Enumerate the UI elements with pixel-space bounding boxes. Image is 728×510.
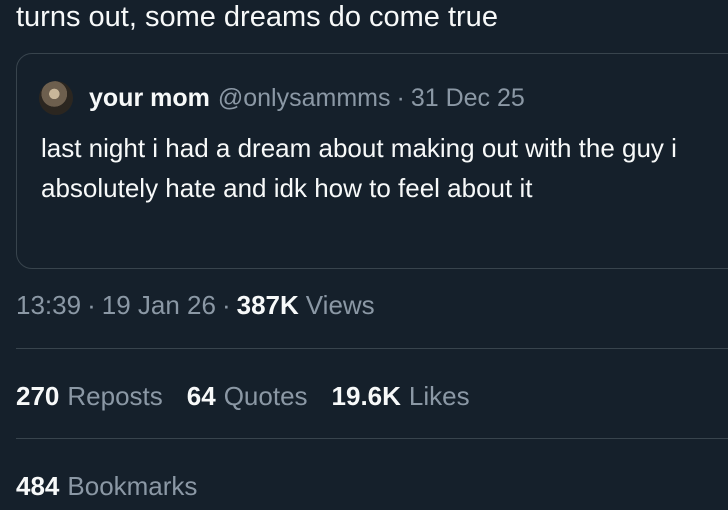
bookmarks-count: 484 bbox=[16, 470, 60, 501]
quoted-handle[interactable]: @onlysammms bbox=[218, 84, 391, 113]
views-label: Views bbox=[305, 289, 375, 320]
quoted-tweet-header: your mom @onlysammms · 31 Dec 25 bbox=[39, 78, 525, 118]
likes-label: Likes bbox=[408, 380, 470, 411]
quoted-display-name[interactable]: your mom bbox=[89, 84, 210, 113]
quoted-separator: · bbox=[396, 83, 405, 112]
divider-bottom bbox=[16, 438, 728, 439]
reposts-stat[interactable]: 270 Reposts bbox=[16, 381, 163, 412]
bookmarks-label: Bookmarks bbox=[67, 470, 198, 501]
tweet-time[interactable]: 13:39 bbox=[16, 290, 81, 321]
quoted-tweet-card[interactable]: your mom @onlysammms · 31 Dec 25 last ni… bbox=[16, 53, 728, 269]
likes-stat[interactable]: 19.6K Likes bbox=[332, 381, 470, 412]
quoted-date[interactable]: 31 Dec 25 bbox=[411, 84, 525, 113]
tweet-date[interactable]: 19 Jan 26 bbox=[102, 290, 216, 321]
meta-separator-1: · bbox=[87, 289, 96, 320]
quotes-label: Quotes bbox=[223, 380, 308, 411]
reposts-label: Reposts bbox=[67, 380, 163, 411]
tweet-text: turns out, some dreams do come true bbox=[16, 1, 498, 33]
divider-top bbox=[16, 348, 728, 349]
meta-separator-2: · bbox=[221, 289, 231, 320]
engagement-stats-row: 270 Reposts 64 Quotes 19.6K Likes bbox=[16, 376, 494, 416]
quotes-count: 64 bbox=[186, 380, 216, 411]
tweet-meta-row: 13:39 · 19 Jan 26 · 387K Views bbox=[16, 286, 375, 324]
user-avatar[interactable] bbox=[39, 81, 73, 115]
reposts-count: 270 bbox=[16, 380, 60, 411]
quoted-tweet-text: last night i had a dream about making ou… bbox=[41, 133, 677, 203]
bookmarks-stat[interactable]: 484 Bookmarks bbox=[16, 466, 197, 506]
quotes-stat[interactable]: 64 Quotes bbox=[187, 381, 308, 412]
likes-count: 19.6K bbox=[331, 380, 401, 411]
views-count: 387K bbox=[236, 289, 299, 320]
